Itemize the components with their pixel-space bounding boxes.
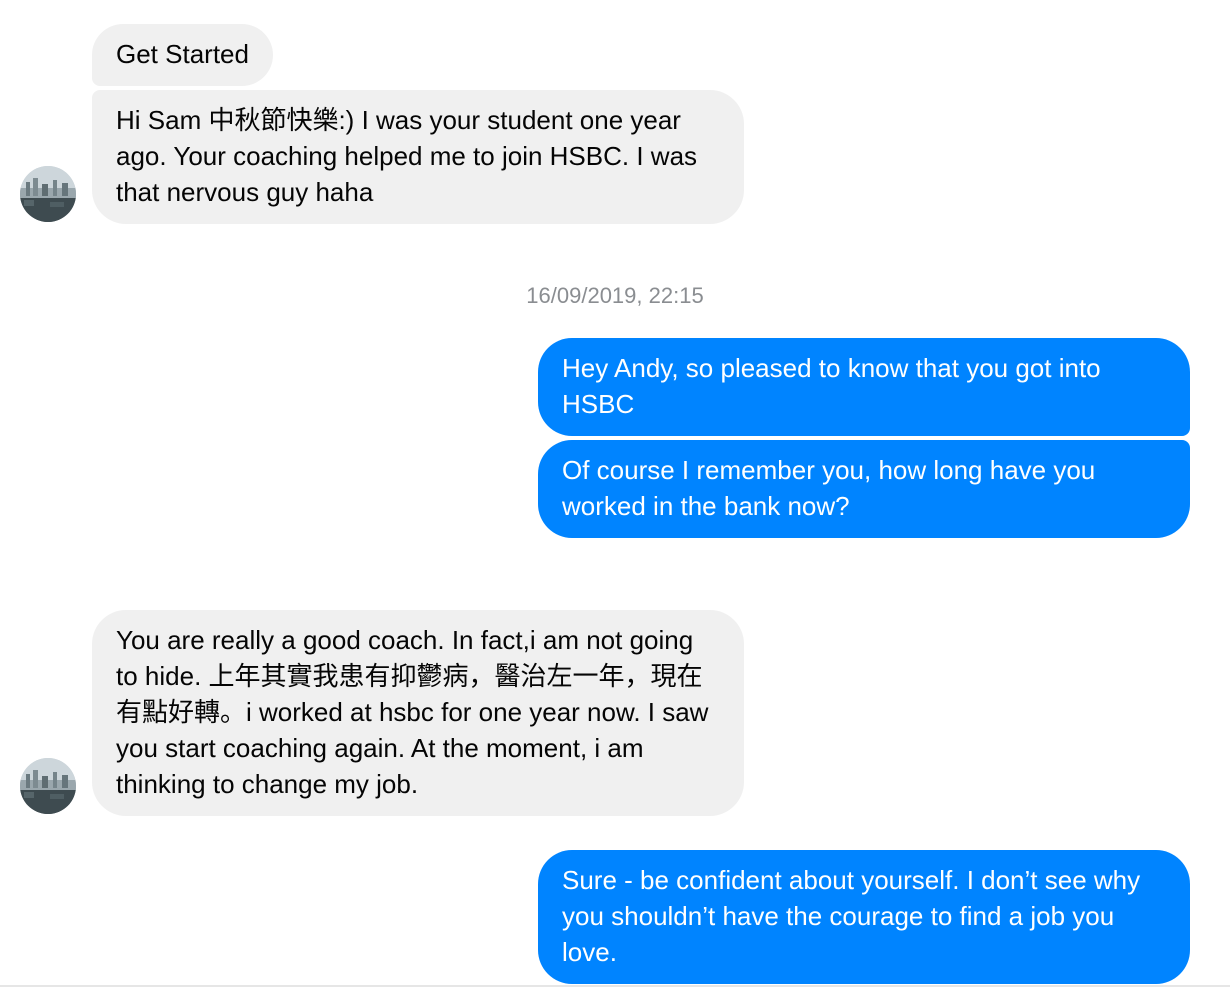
message-bubble-incoming[interactable]: Hi Sam 中秋節快樂:) I was your student one ye…	[92, 90, 744, 224]
message-bubble-outgoing[interactable]: Of course I remember you, how long have …	[538, 440, 1190, 538]
contact-avatar[interactable]	[20, 758, 76, 814]
contact-avatar[interactable]	[20, 166, 76, 222]
message-timestamp: 16/09/2019, 22:15	[526, 283, 704, 308]
message-bubble-incoming[interactable]: Get Started	[92, 24, 273, 86]
divider	[0, 985, 1230, 987]
avatar-photo-icon	[20, 166, 76, 222]
message-bubble-outgoing[interactable]: Sure - be confident about yourself. I do…	[538, 850, 1190, 984]
message-bubble-outgoing[interactable]: Hey Andy, so pleased to know that you go…	[538, 338, 1190, 436]
message-bubble-incoming[interactable]: You are really a good coach. In fact,i a…	[92, 610, 744, 816]
avatar-photo-icon	[20, 758, 76, 814]
